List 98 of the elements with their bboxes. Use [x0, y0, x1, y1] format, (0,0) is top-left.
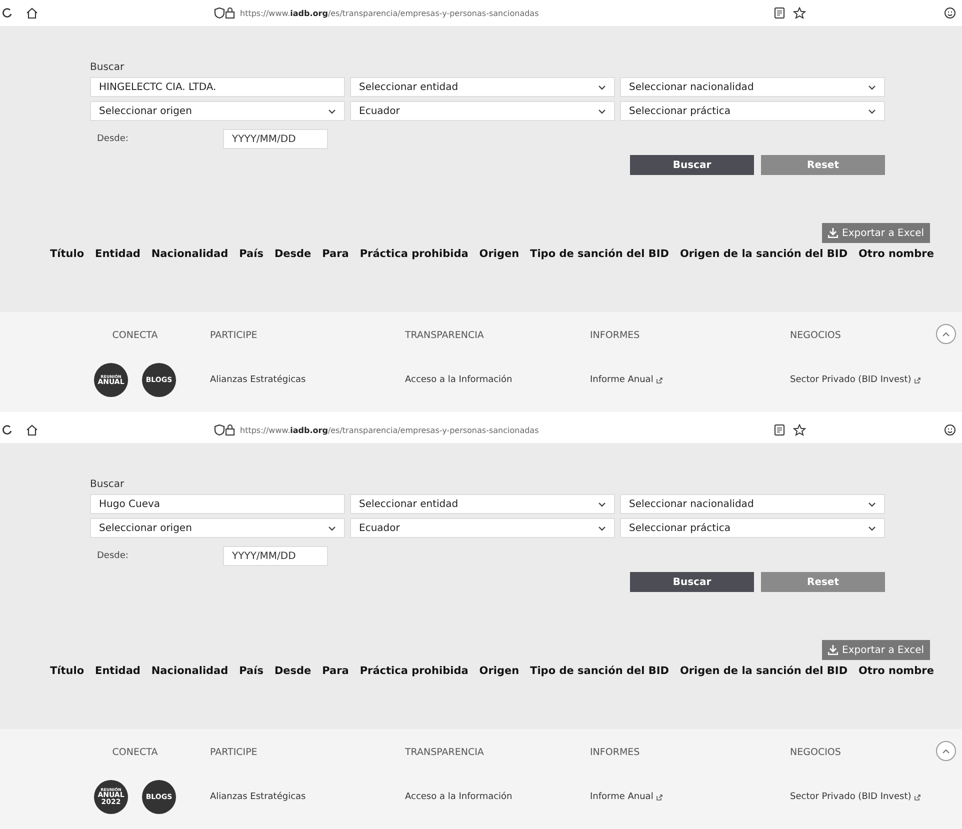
- dropdown[interactable]: Ecuador: [350, 518, 615, 538]
- column-header: Origen: [479, 665, 520, 677]
- reader-view-icon[interactable]: [774, 424, 785, 436]
- column-header: Nacionalidad: [151, 248, 228, 260]
- date-label: Desde:: [96, 551, 130, 561]
- star-icon[interactable]: [793, 7, 806, 19]
- dropdown[interactable]: Seleccionar origen: [90, 101, 345, 121]
- home-icon[interactable]: [26, 424, 38, 436]
- column-header: País: [239, 248, 264, 260]
- footer-heading: NEGOCIOS: [790, 747, 841, 758]
- dropdown[interactable]: Seleccionar práctica: [620, 518, 885, 538]
- dropdown[interactable]: Seleccionar nacionalidad: [620, 77, 885, 97]
- chevron-down-icon: [598, 108, 606, 114]
- reader-view-icon[interactable]: [774, 7, 785, 19]
- dropdown[interactable]: Ecuador: [350, 101, 615, 121]
- dropdown[interactable]: Seleccionar entidad: [350, 77, 615, 97]
- dropdown[interactable]: Seleccionar origen: [90, 518, 345, 538]
- column-header: Tipo de sanción del BID: [530, 665, 669, 677]
- search-label: Buscar: [90, 479, 126, 490]
- column-header: Práctica prohibida: [360, 665, 468, 677]
- download-icon: [828, 228, 838, 238]
- external-link-icon: [914, 376, 922, 384]
- chevron-down-icon: [868, 108, 876, 114]
- home-icon[interactable]: [26, 7, 38, 19]
- export-button[interactable]: Exportar a Excel: [822, 640, 930, 660]
- footer-link[interactable]: Alianzas Estratégicas: [210, 792, 306, 802]
- column-header: Origen de la sanción del BID: [680, 665, 848, 677]
- footer-link[interactable]: Alianzas Estratégicas: [210, 375, 306, 385]
- column-header: Nacionalidad: [151, 665, 228, 677]
- column-header: Título: [50, 248, 84, 260]
- chevron-down-icon: [328, 108, 336, 114]
- date-field[interactable]: YYYY/MM/DD: [223, 546, 328, 566]
- search-field[interactable]: HINGELECTC CIA. LTDA.: [90, 77, 345, 97]
- external-link-icon: [914, 794, 922, 800]
- footer-link[interactable]: Informe Anual: [590, 375, 654, 385]
- column-header: Para: [322, 248, 349, 260]
- download-icon: [828, 645, 838, 655]
- address-bar-url[interactable]: https://www.iadb.org/es/transparencia/empresas-y-personas-sancionadas: [240, 8, 539, 18]
- column-header: Para: [322, 665, 349, 677]
- column-header: Desde: [274, 248, 312, 260]
- reload-icon[interactable]: [2, 7, 12, 19]
- dropdown[interactable]: Seleccionar nacionalidad: [620, 494, 885, 514]
- date-field[interactable]: YYYY/MM/DD: [223, 129, 328, 149]
- dropdown[interactable]: Seleccionar práctica: [620, 101, 885, 121]
- column-header: Entidad: [95, 665, 140, 677]
- chevron-down-icon: [598, 526, 606, 530]
- footer-link[interactable]: Sector Privado (BID Invest): [790, 792, 912, 802]
- footer-link[interactable]: Acceso a la Información: [405, 792, 512, 802]
- column-header: Título: [50, 665, 84, 677]
- column-header: País: [239, 665, 264, 677]
- export-button[interactable]: Exportar a Excel: [822, 223, 930, 243]
- external-link-icon: [656, 794, 664, 800]
- footer-heading: PARTICIPE: [210, 330, 258, 341]
- star-icon[interactable]: [793, 424, 806, 436]
- account-icon[interactable]: [944, 7, 956, 19]
- chevron-down-icon: [598, 502, 606, 506]
- chevron-down-icon: [868, 84, 876, 90]
- footer-heading: TRANSPARENCIA: [405, 747, 484, 758]
- column-header: Otro nombre: [858, 665, 934, 677]
- footer-heading: CONECTA: [112, 747, 158, 758]
- column-header: Origen de la sanción del BID: [680, 248, 848, 260]
- column-header: Práctica prohibida: [360, 248, 468, 260]
- scroll-up-button[interactable]: [936, 741, 956, 761]
- search-label: Buscar: [90, 62, 126, 73]
- dropdown[interactable]: Seleccionar entidad: [350, 494, 615, 514]
- chevron-down-icon: [868, 526, 876, 530]
- footer-heading: TRANSPARENCIA: [405, 330, 484, 341]
- footer-heading: PARTICIPE: [210, 747, 258, 758]
- chevron-up-icon: [942, 748, 950, 754]
- chevron-down-icon: [598, 84, 606, 90]
- external-link-icon: [656, 376, 664, 384]
- column-header: Origen: [479, 248, 520, 260]
- search-button[interactable]: Buscar: [630, 572, 754, 592]
- footer-heading: NEGOCIOS: [790, 330, 841, 341]
- lock-icon: [225, 424, 235, 436]
- search-button[interactable]: Buscar: [630, 155, 754, 175]
- chevron-down-icon: [328, 526, 336, 530]
- footer-link[interactable]: Informe Anual: [590, 792, 654, 802]
- column-header: Desde: [274, 665, 312, 677]
- date-label: Desde:: [96, 134, 130, 144]
- footer-heading: INFORMES: [590, 330, 640, 341]
- scroll-up-button[interactable]: [936, 324, 956, 344]
- search-field[interactable]: Hugo Cueva: [90, 494, 345, 514]
- chevron-down-icon: [868, 502, 876, 506]
- column-header: Tipo de sanción del BID: [530, 248, 669, 260]
- shield-icon[interactable]: [214, 424, 225, 436]
- footer-link[interactable]: Sector Privado (BID Invest): [790, 375, 912, 385]
- lock-icon: [225, 7, 235, 19]
- footer-link[interactable]: Acceso a la Información: [405, 375, 512, 385]
- column-header: Otro nombre: [858, 248, 934, 260]
- column-header: Entidad: [95, 248, 140, 260]
- shield-icon[interactable]: [214, 7, 225, 19]
- account-icon[interactable]: [944, 424, 956, 436]
- chevron-up-icon: [942, 332, 950, 336]
- reload-icon[interactable]: [2, 424, 12, 436]
- footer-heading: INFORMES: [590, 747, 640, 758]
- address-bar-url[interactable]: https://www.iadb.org/es/transparencia/empresas-y-personas-sancionadas: [240, 426, 539, 434]
- footer-heading: CONECTA: [112, 330, 158, 341]
